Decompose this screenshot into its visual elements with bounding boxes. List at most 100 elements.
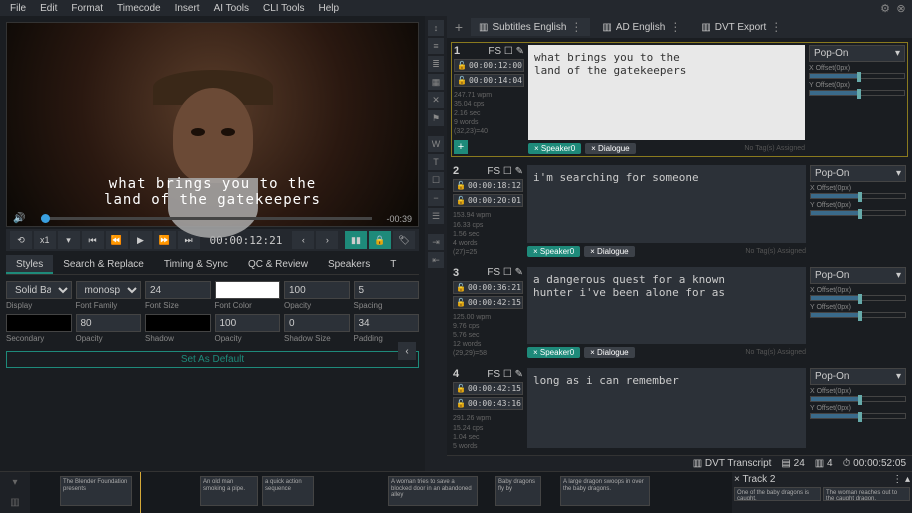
secondary-swatch[interactable]: [6, 314, 72, 332]
rail-grid-icon[interactable]: ▦: [428, 74, 444, 90]
play-button[interactable]: ▶: [130, 231, 152, 249]
volume-icon[interactable]: 🔊: [13, 213, 25, 224]
shadow-swatch[interactable]: [145, 314, 211, 332]
cue-mode-select[interactable]: Pop-On▾: [810, 368, 906, 385]
cue-text[interactable]: what brings you to theland of the gateke…: [528, 45, 805, 140]
menu-format[interactable]: Format: [65, 1, 109, 16]
lock-button[interactable]: 🔒: [369, 231, 391, 249]
tab-subtitles-english[interactable]: ▥Subtitles English⋮: [471, 18, 590, 36]
shadow-size-input[interactable]: [284, 314, 350, 332]
timeline-clip[interactable]: One of the baby dragons is caught.: [734, 487, 821, 501]
y-offset-slider[interactable]: [810, 413, 906, 419]
x-offset-slider[interactable]: [810, 193, 906, 199]
skip-back-button[interactable]: ⏮: [82, 231, 104, 249]
y-offset-slider[interactable]: [810, 312, 906, 318]
menu-file[interactable]: File: [4, 1, 32, 16]
cue-tag[interactable]: × Speaker0: [528, 143, 581, 154]
tag-button[interactable]: 🏷: [393, 231, 415, 249]
cue-mode-select[interactable]: Pop-On▾: [809, 45, 905, 62]
settings-icon[interactable]: ⚙: [878, 1, 892, 15]
font-family-select[interactable]: monosp: [76, 281, 142, 299]
frame-fwd-button[interactable]: ⏩: [154, 231, 176, 249]
x-offset-slider[interactable]: [810, 396, 906, 402]
font-size-input[interactable]: [145, 281, 211, 299]
menu-insert[interactable]: Insert: [169, 1, 206, 16]
cue-row[interactable]: 3FS ☐ ✎🔓00:00:36:21🔓00:00:42:15125.00 wp…: [451, 265, 908, 360]
rail-text-icon[interactable]: T: [428, 154, 444, 170]
timeline-clip[interactable]: The Blender Foundation presents: [60, 476, 132, 506]
display-select[interactable]: Solid Ba: [6, 281, 72, 299]
speed-button[interactable]: x1: [34, 231, 56, 249]
cue-mode-select[interactable]: Pop-On▾: [810, 267, 906, 284]
cue-text[interactable]: i'm searching for someone: [527, 165, 806, 242]
set-default-button[interactable]: Set As Default: [6, 351, 419, 368]
spacing-input[interactable]: [354, 281, 420, 299]
rail-box-icon[interactable]: ☐: [428, 172, 444, 188]
tab-ad-english[interactable]: ▥AD English⋮: [594, 18, 689, 36]
timeline-clip[interactable]: The woman reaches out to the caught drag…: [823, 487, 910, 501]
cue-text[interactable]: long as i can remember: [527, 368, 806, 447]
tab-more[interactable]: T: [380, 255, 406, 274]
opacity3-input[interactable]: [215, 314, 281, 332]
rail-flag-icon[interactable]: ⚑: [428, 110, 444, 126]
cue-in-time[interactable]: 🔓00:00:18:12: [453, 179, 523, 192]
opacity2-input[interactable]: [76, 314, 142, 332]
next-cue-button[interactable]: ›: [316, 231, 338, 249]
menu-aitools[interactable]: AI Tools: [208, 1, 255, 16]
cue-in-time[interactable]: 🔓00:00:36:21: [453, 281, 523, 294]
timeline-clip[interactable]: Baby dragons fly by: [495, 476, 541, 506]
cue-in-time[interactable]: 🔓00:00:42:15: [453, 382, 523, 395]
cue-mode-select[interactable]: Pop-On▾: [810, 165, 906, 182]
cue-row[interactable]: 1FS ☐ ✎🔓00:00:12:00🔓00:00:14:04247.71 wp…: [451, 42, 908, 157]
rail-align-center-icon[interactable]: ≣: [428, 56, 444, 72]
rail-merge-icon[interactable]: ⇥: [428, 234, 444, 250]
tab-menu-icon[interactable]: ⋮: [770, 20, 782, 34]
menu-edit[interactable]: Edit: [34, 1, 63, 16]
split-button[interactable]: ▮▮: [345, 231, 367, 249]
tab-speakers[interactable]: Speakers: [318, 255, 380, 274]
frame-back-button[interactable]: ⏪: [106, 231, 128, 249]
rail-minus-icon[interactable]: −: [428, 190, 444, 206]
cue-row[interactable]: 4FS ☐ ✎🔓00:00:42:15🔓00:00:43:16291.26 wp…: [451, 366, 908, 452]
timeline-clip[interactable]: A woman tries to save a blocked door in …: [388, 476, 478, 506]
add-track-button[interactable]: +: [451, 19, 467, 35]
timeline-cc-icon[interactable]: ▥: [10, 497, 19, 508]
playhead[interactable]: [140, 472, 141, 513]
timeline-clip[interactable]: A large dragon swoops in over the baby d…: [560, 476, 650, 506]
speed-down-icon[interactable]: ▾: [58, 231, 80, 249]
cue-tag[interactable]: × Speaker0: [527, 347, 580, 358]
rail-width-icon[interactable]: W: [428, 136, 444, 152]
menu-timecode[interactable]: Timecode: [111, 1, 167, 16]
y-offset-slider[interactable]: [810, 210, 906, 216]
rail-split-icon[interactable]: ⇤: [428, 252, 444, 268]
x-offset-slider[interactable]: [810, 295, 906, 301]
padding-input[interactable]: [354, 314, 420, 332]
cue-text[interactable]: a dangerous quest for a knownhunter i've…: [527, 267, 806, 344]
menu-clitools[interactable]: CLI Tools: [257, 1, 311, 16]
rail-arrow-up-icon[interactable]: ↕: [428, 20, 444, 36]
tab-menu-icon[interactable]: ⋮: [669, 20, 681, 34]
tab-dvt-export[interactable]: ▥DVT Export⋮: [693, 18, 790, 36]
cue-tag[interactable]: × Dialogue: [584, 246, 634, 257]
font-color-swatch[interactable]: [215, 281, 281, 299]
close-icon[interactable]: ⊗: [894, 1, 908, 15]
tab-timing[interactable]: Timing & Sync: [154, 255, 238, 274]
timeline-clip[interactable]: An old man smoking a pipe.: [200, 476, 258, 506]
timeline-clip[interactable]: a quick action sequence: [262, 476, 314, 506]
rail-bars-icon[interactable]: ☰: [428, 208, 444, 224]
prev-cue-button[interactable]: ‹: [292, 231, 314, 249]
timeline-track[interactable]: The Blender Foundation presents An old ma…: [30, 472, 732, 513]
add-cue-button[interactable]: +: [454, 140, 468, 154]
opacity1-input[interactable]: [284, 281, 350, 299]
tab-styles[interactable]: Styles: [6, 255, 53, 274]
cue-out-time[interactable]: 🔓00:00:43:16: [453, 397, 523, 410]
collapse-panel-button[interactable]: ‹: [398, 342, 416, 360]
y-offset-slider[interactable]: [809, 90, 905, 96]
tab-qc[interactable]: QC & Review: [238, 255, 318, 274]
loop-button[interactable]: ⟲: [10, 231, 32, 249]
cue-tag[interactable]: × Speaker0: [527, 246, 580, 257]
cue-row[interactable]: 2FS ☐ ✎🔓00:00:18:12🔓00:00:20:01153.94 wp…: [451, 163, 908, 258]
tab-search[interactable]: Search & Replace: [53, 255, 154, 274]
timeline-collapse-icon[interactable]: ▾: [12, 477, 17, 488]
menu-help[interactable]: Help: [313, 1, 346, 16]
